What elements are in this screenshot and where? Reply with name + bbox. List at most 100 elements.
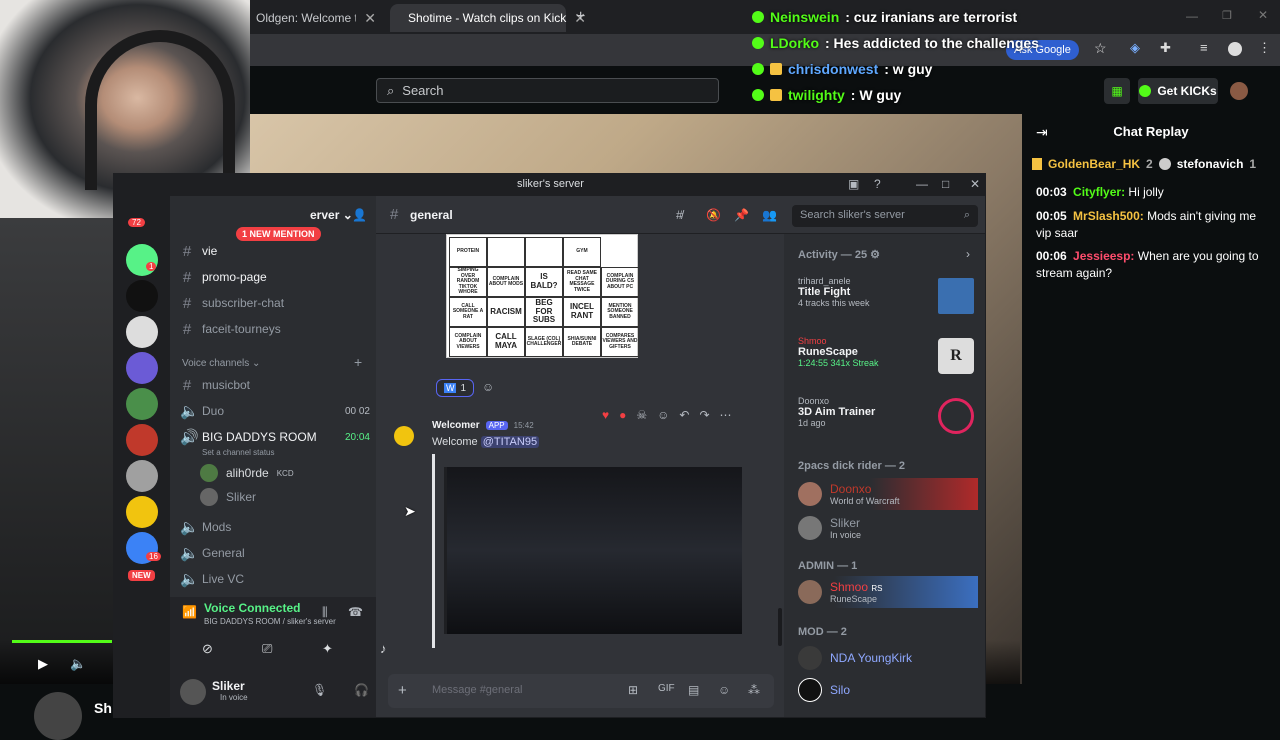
server-icon[interactable]	[126, 388, 158, 420]
channel-status-hint[interactable]: Set a channel status	[202, 448, 275, 457]
channel-item[interactable]: # promo-page	[180, 266, 370, 288]
get-kicks-button[interactable]: Get KICKs	[1138, 78, 1218, 104]
voice-location[interactable]: BIG DADDYS ROOM / sliker's server	[204, 617, 336, 626]
voice-category[interactable]: Voice channels ⌄	[182, 358, 260, 369]
volume-icon[interactable]: 🔈	[70, 656, 86, 672]
add-reaction-icon[interactable]: ☺	[482, 380, 494, 394]
voice-channel-item[interactable]: 🔈 Mods	[180, 516, 370, 538]
close-window-icon[interactable]: ✕	[1258, 8, 1268, 22]
upload-plus-icon[interactable]: +	[398, 682, 407, 699]
new-tab-icon[interactable]: +	[576, 8, 585, 26]
channel-item[interactable]: # vie	[180, 240, 370, 262]
add-channel-icon[interactable]: +	[354, 354, 362, 370]
close-tab-icon[interactable]: ✕	[364, 10, 376, 27]
channel-item[interactable]: # subscriber-chat	[180, 292, 370, 314]
voice-channel-item[interactable]: 🔈 Live VC	[180, 568, 370, 590]
server-icon[interactable]	[126, 460, 158, 492]
voice-channel-item[interactable]: # musicbot	[180, 374, 370, 396]
server-icon[interactable]	[126, 424, 158, 456]
member-list-icon[interactable]: 👥	[762, 208, 777, 222]
new-mention-pill[interactable]: 1 NEW MENTION	[236, 227, 321, 241]
help-icon[interactable]: ?	[874, 177, 881, 191]
headphones-icon[interactable]: 🎧	[354, 683, 369, 697]
streamer-avatar[interactable]	[34, 692, 82, 740]
browser-tab[interactable]: Oldgen: Welcome to the ✕	[246, 4, 386, 32]
close-window-icon[interactable]: ✕	[970, 177, 980, 191]
chat-user[interactable]: Cityflyer:	[1073, 185, 1125, 199]
server-icon[interactable]	[126, 280, 158, 312]
voice-channel-item[interactable]: 🔈 General	[180, 542, 370, 564]
progress-bar[interactable]	[12, 640, 112, 643]
heart-reaction-icon[interactable]: ♥	[602, 408, 609, 422]
voice-user[interactable]: Sliker	[200, 486, 360, 508]
media-control-icon[interactable]: ≡	[1200, 40, 1208, 55]
play-icon[interactable]: ▶	[38, 656, 48, 672]
sticker-icon[interactable]: ▤	[688, 683, 699, 697]
gifter-name[interactable]: stefonavich	[1177, 157, 1244, 171]
server-name-header[interactable]: erver ⌄	[310, 208, 353, 222]
activity-header[interactable]: Activity — 25 ⚙	[798, 248, 880, 261]
pin-icon[interactable]: 📌	[734, 208, 749, 222]
mute-icon[interactable]: 🔕	[706, 208, 721, 222]
soundboard-icon[interactable]: ♪	[380, 641, 387, 656]
chat-user[interactable]: MrSlash500:	[1073, 209, 1144, 223]
welcomer-avatar[interactable]	[394, 426, 414, 446]
activities-icon[interactable]: ✦	[322, 641, 333, 657]
leaderboard-icon[interactable]: ▦	[1104, 78, 1130, 104]
server-search-input[interactable]: Search sliker's server ⌕	[792, 205, 978, 227]
message-composer[interactable]: + Message #general ⊞ GIF ▤ ☺ ⁂	[388, 674, 774, 708]
inbox-icon[interactable]: ▣	[848, 177, 859, 191]
kick-search-input[interactable]: ⌕ Search	[376, 78, 719, 103]
extensions-puzzle-icon[interactable]: ✚	[1160, 40, 1171, 56]
add-reaction-icon[interactable]: ☺	[657, 408, 669, 422]
gift-icon[interactable]: ⊞	[628, 683, 638, 697]
bingo-card-image[interactable]: PROTEIN GYM SIMPING OVER RANDOM TIKTOK WHO…	[446, 234, 639, 358]
user-mention[interactable]: @TITAN95	[480, 436, 540, 448]
apps-icon[interactable]: ⁂	[748, 683, 760, 697]
browser-menu-icon[interactable]: ⋮	[1258, 40, 1271, 56]
gif-icon[interactable]: GIF	[658, 683, 675, 694]
add-friend-icon[interactable]: 👤	[352, 208, 367, 222]
gifter-name[interactable]: GoldenBear_HK	[1048, 157, 1140, 171]
member-item[interactable]: Shmoo RS RuneScape	[798, 576, 978, 608]
extension-icon[interactable]: ◈	[1130, 40, 1140, 56]
maximize-icon[interactable]: ❐	[1222, 9, 1232, 22]
voice-channel-item[interactable]: 🔊 BIG DADDYS ROOM 20:04	[180, 426, 370, 448]
reaction-pill[interactable]: W1	[436, 379, 474, 397]
chat-user[interactable]: Jessieesp:	[1073, 249, 1134, 263]
voice-connected-label[interactable]: Voice Connected	[204, 601, 300, 615]
channel-item[interactable]: # faceit-tourneys	[180, 318, 370, 340]
browser-tab-active[interactable]: Shotime - Watch clips on Kick ✕	[390, 4, 586, 32]
self-avatar[interactable]	[180, 679, 206, 705]
user-avatar[interactable]	[1230, 82, 1248, 100]
voice-user[interactable]: alih0rde KCD	[200, 462, 360, 484]
bookmark-star-icon[interactable]: ☆	[1094, 40, 1107, 57]
forward-icon[interactable]: ↷	[699, 408, 709, 422]
server-icon[interactable]	[126, 352, 158, 384]
server-icon[interactable]	[126, 496, 158, 528]
more-icon[interactable]: ⋯	[720, 408, 732, 422]
member-item[interactable]: Silo	[798, 674, 978, 706]
server-icon[interactable]	[126, 244, 158, 276]
emoji-icon[interactable]: ☺	[718, 683, 730, 697]
server-icon[interactable]	[126, 316, 158, 348]
maximize-icon[interactable]: □	[942, 177, 949, 191]
embed-video[interactable]	[444, 467, 742, 634]
minimize-icon[interactable]: —	[1186, 9, 1198, 23]
reply-icon[interactable]: ↶	[679, 408, 689, 422]
screen-share-icon[interactable]: ⎚	[262, 641, 272, 657]
disconnect-icon[interactable]: ☎	[348, 605, 363, 619]
chevron-right-icon[interactable]: ›	[966, 247, 970, 261]
microphone-icon[interactable]: 🎙	[312, 683, 327, 697]
signal-icon[interactable]: 📶	[182, 605, 197, 619]
minimize-icon[interactable]: —	[916, 177, 928, 191]
threads-icon[interactable]: #̸	[676, 208, 683, 222]
member-item[interactable]: Sliker In voice	[798, 512, 978, 544]
message-author[interactable]: Welcomer	[432, 420, 480, 431]
skull-reaction-icon[interactable]: ☠	[636, 408, 647, 422]
self-username[interactable]: Sliker	[212, 679, 245, 693]
member-item[interactable]: Doonxo World of Warcraft	[798, 478, 978, 510]
voice-channel-item[interactable]: 🔈 Duo 00 02	[180, 400, 370, 422]
noise-suppression-icon[interactable]: ⫼	[322, 605, 328, 620]
streamer-name[interactable]: Sh	[94, 700, 112, 716]
